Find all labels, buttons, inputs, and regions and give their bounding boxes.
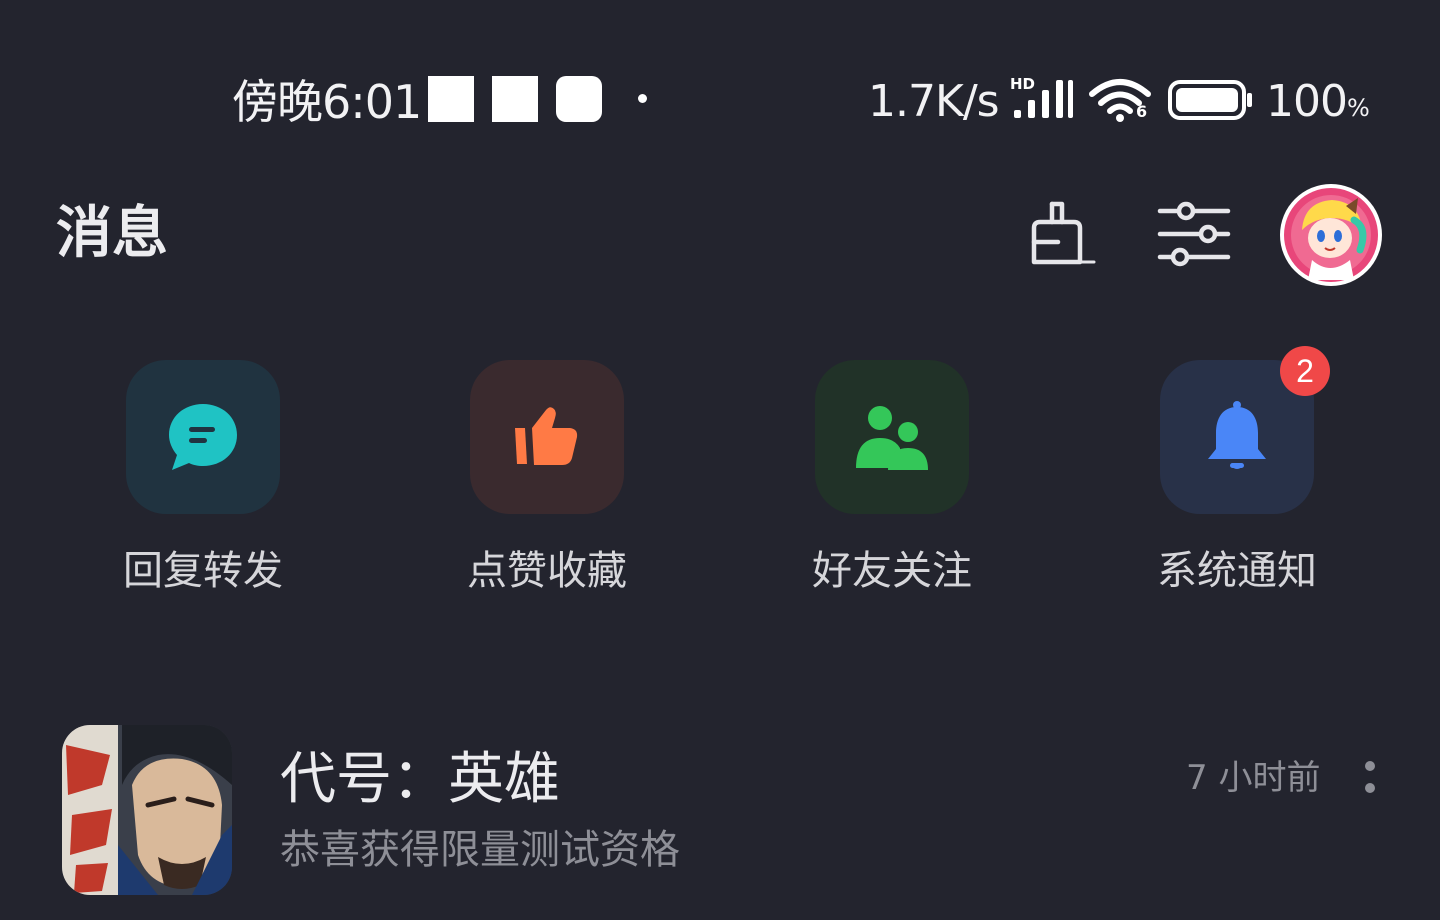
category-friends-follows[interactable]: 好友关注 [812, 360, 972, 594]
category-tile [470, 360, 624, 514]
hd-label: HD [1010, 75, 1036, 93]
battery-icon [1168, 80, 1254, 120]
page-title: 消息 [56, 201, 168, 266]
unread-badge: 2 [1280, 346, 1330, 396]
message-title: 代号：英雄 [280, 747, 560, 812]
game-thumbnail [62, 725, 232, 895]
avatar-image [1284, 188, 1378, 282]
sliders-icon [1157, 201, 1231, 267]
comment-icon [169, 404, 237, 470]
signal-icon: HD [1010, 76, 1080, 122]
status-time: 傍晚6:01 [232, 75, 422, 129]
avatar[interactable] [1280, 184, 1382, 286]
category-reply-forward[interactable]: 回复转发 [123, 360, 283, 594]
network-speed: 1.7K/s [868, 76, 1000, 127]
settings-button[interactable] [1156, 196, 1232, 272]
more-vertical-icon [1365, 761, 1375, 793]
battery-percent: 100% [1266, 76, 1370, 134]
more-notifications-dot-icon [638, 94, 647, 103]
category-tile [815, 360, 969, 514]
category-system-notifications[interactable]: 2 系统通知 [1157, 346, 1330, 594]
notification-square-icon [492, 76, 538, 122]
category-tile [126, 360, 280, 514]
wifi-generation: 6 [1136, 102, 1148, 121]
message-time: 7 小时前 [1186, 758, 1321, 798]
bell-icon [1208, 401, 1266, 469]
category-tile: 2 [1160, 346, 1330, 514]
broom-icon [1031, 201, 1096, 265]
clean-button[interactable] [1022, 196, 1098, 272]
more-options-button[interactable] [1350, 750, 1390, 806]
message-subtitle: 恭喜获得限量测试资格 [280, 827, 680, 873]
category-label: 好友关注 [812, 548, 972, 594]
notification-square-icon [428, 76, 474, 122]
thumbs-up-icon [515, 407, 578, 465]
notification-rounded-square-icon [556, 76, 602, 122]
battery-unit: % [1346, 94, 1370, 122]
battery-number: 100 [1266, 76, 1348, 127]
category-label: 回复转发 [123, 548, 283, 594]
category-likes-favorites[interactable]: 点赞收藏 [467, 360, 627, 594]
status-bar: 傍晚6:01 1.7K/s HD 6 100% [0, 62, 1440, 142]
messages-screen: 傍晚6:01 1.7K/s HD 6 100% 消息 回复转发 点赞收藏 好友关… [0, 0, 1440, 920]
message-list-item[interactable]: 代号：英雄 恭喜获得限量测试资格 7 小时前 [0, 718, 1440, 908]
category-label: 系统通知 [1157, 548, 1317, 594]
friends-icon [856, 406, 928, 470]
category-label: 点赞收藏 [467, 548, 627, 594]
game-artwork-image [62, 725, 232, 895]
